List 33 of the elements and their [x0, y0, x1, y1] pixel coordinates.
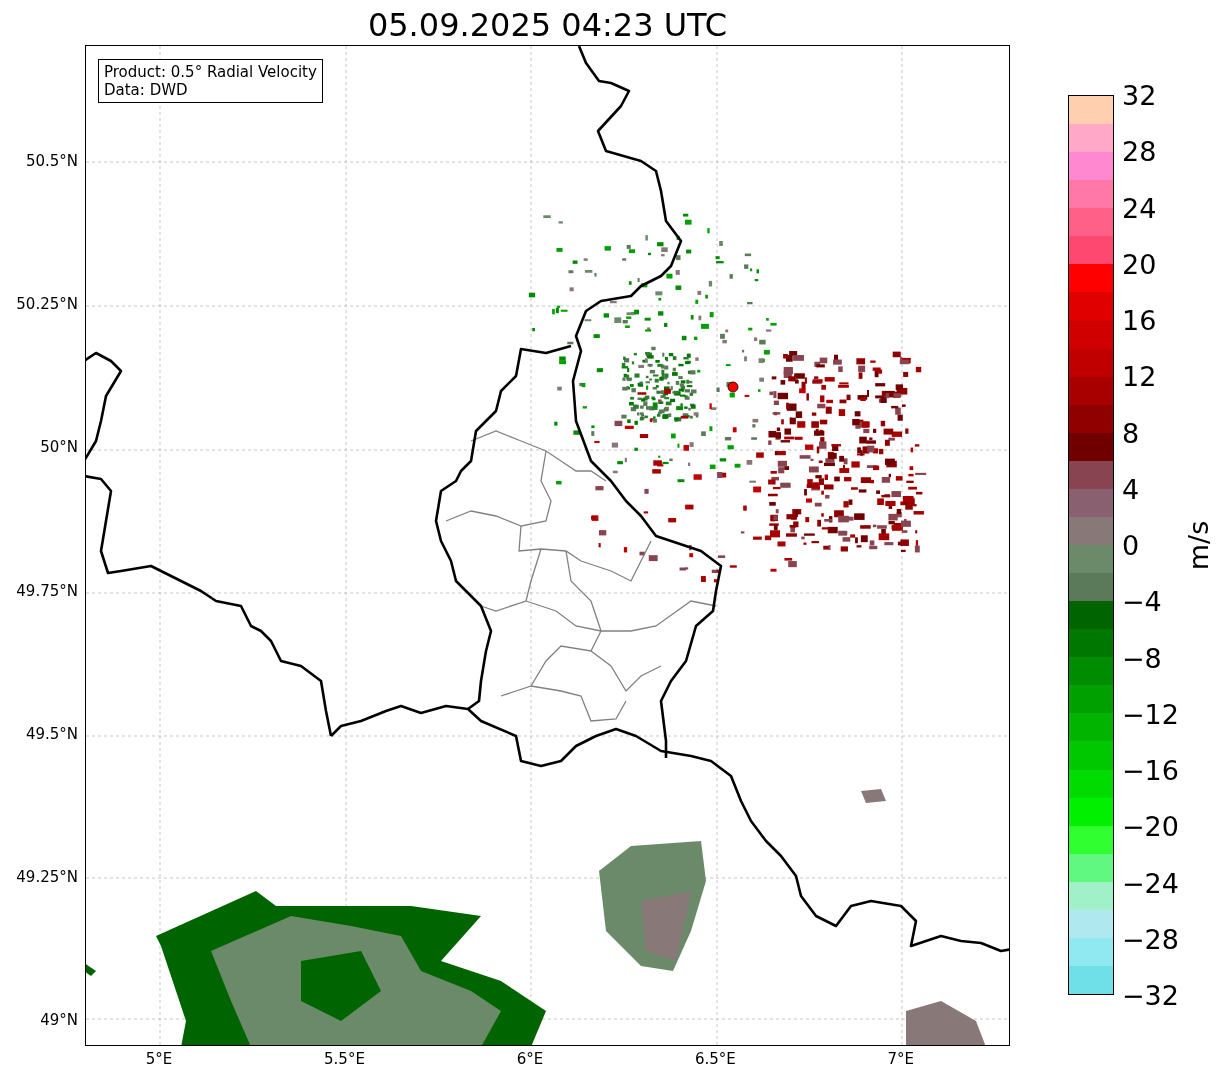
latitude-label: 50.5°N	[25, 152, 78, 171]
colorbar-tick-label: −12	[1122, 698, 1179, 730]
longitude-label: 5.5°E	[324, 1050, 365, 1068]
colorbar-tick-label: −4	[1122, 585, 1162, 617]
colorbar-tick-label: 0	[1122, 529, 1140, 561]
colorbar-tick-label: 12	[1122, 360, 1157, 392]
colorbar-tick-label: −20	[1122, 810, 1179, 842]
colorbar-unit-label: m/s	[1183, 520, 1215, 570]
longitude-label: 6.5°E	[694, 1050, 736, 1068]
latitude-label: 50°N	[40, 438, 78, 457]
colorbar-tick-label: 28	[1122, 135, 1157, 167]
colorbar-tick-label: −24	[1122, 867, 1179, 898]
latitude-label: 50.25°N	[16, 295, 78, 314]
colorbar-tick-label: −8	[1122, 642, 1162, 673]
longitude-label: 6°E	[516, 1050, 544, 1068]
latitude-label: 49.5°N	[25, 724, 78, 743]
colorbar-tick-label: 20	[1122, 248, 1157, 280]
legend-text: Product: 0.5° Radial Velocity	[104, 63, 317, 81]
colorbar-tick-label: −16	[1122, 754, 1179, 786]
longitude-label: 5°E	[145, 1050, 173, 1068]
colorbar-tick-label: 8	[1122, 417, 1140, 448]
colorbar-tick-label: −28	[1122, 923, 1179, 955]
colorbar-tick-label: 4	[1122, 473, 1140, 505]
colorbar-tick-label: 24	[1122, 192, 1157, 223]
colorbar-tick-label: 16	[1122, 304, 1157, 336]
latitude-label: 49.25°N	[16, 867, 78, 886]
chart-title: 05.09.2025 04:23 UTC	[366, 5, 729, 45]
latitude-label: 49.75°N	[16, 581, 78, 600]
colorbar-tick-label: 32	[1122, 79, 1157, 111]
colorbar-tick-label: −32	[1122, 979, 1179, 1011]
latitude-label: 49°N	[40, 1010, 78, 1029]
legend-text: Data: DWD	[104, 81, 189, 99]
longitude-label: 7°E	[887, 1050, 915, 1068]
